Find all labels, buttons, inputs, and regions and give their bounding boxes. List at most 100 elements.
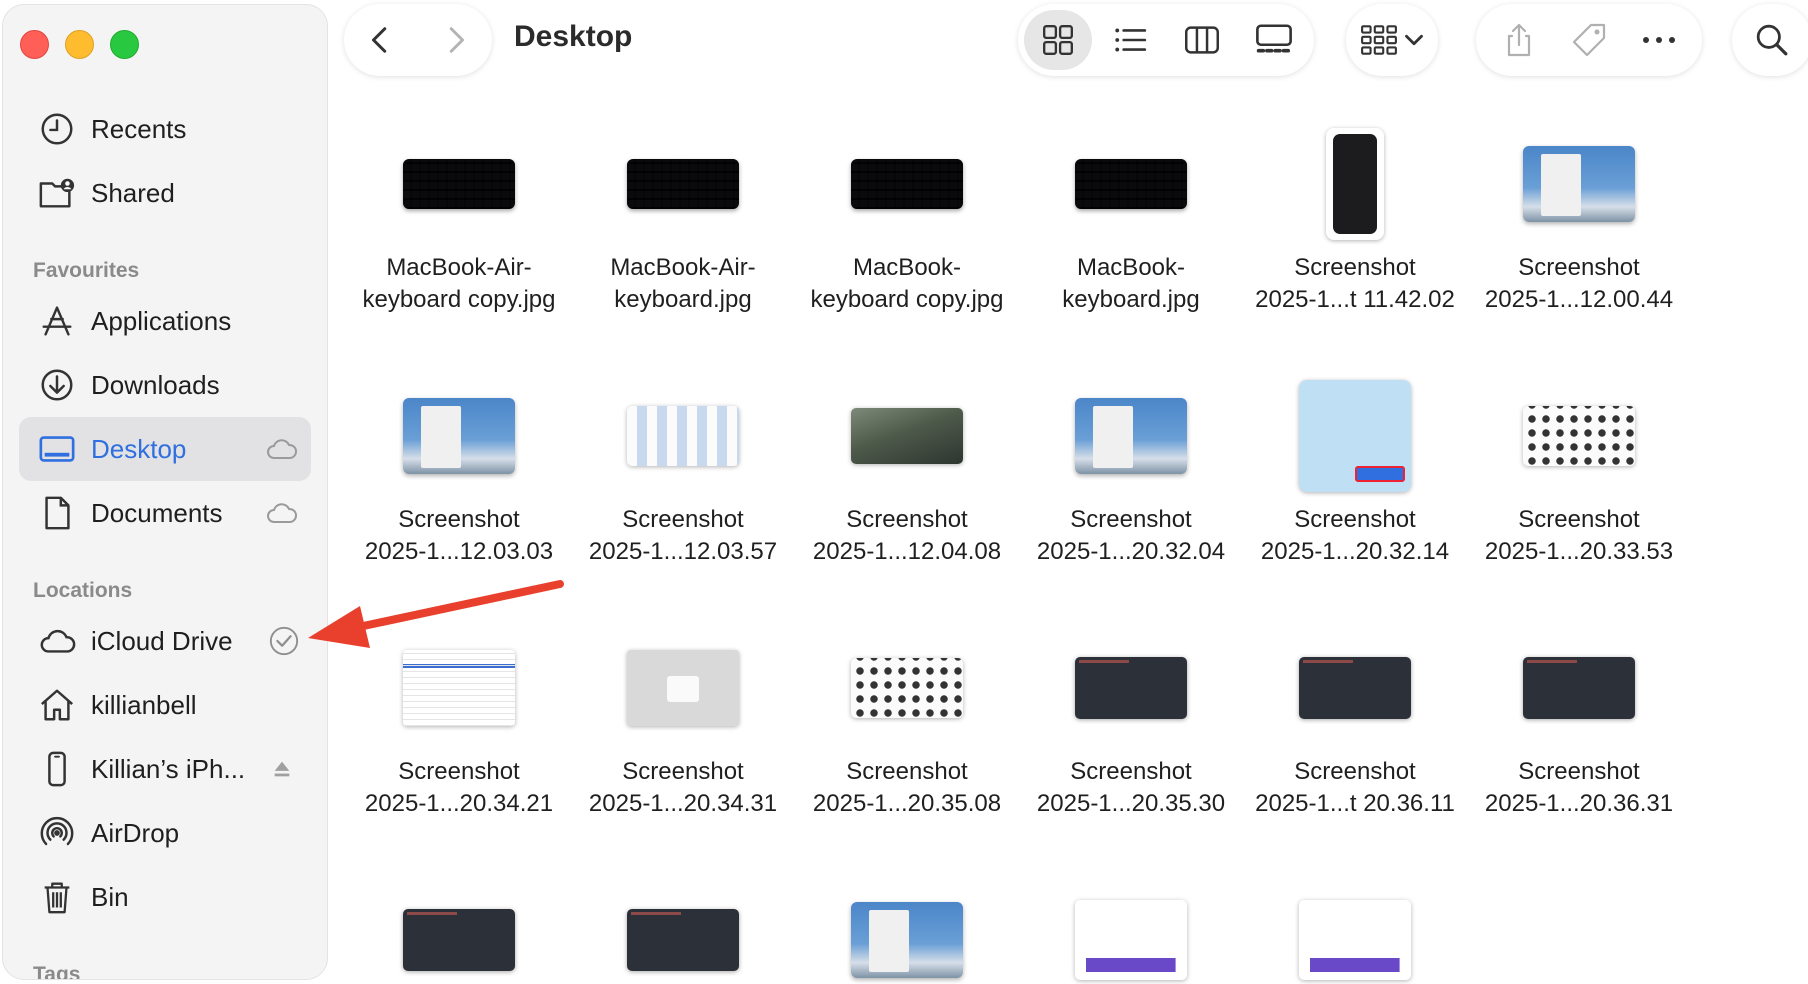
file-item[interactable]: Screenshot 2025-1...12.03.03 [347, 368, 571, 588]
tags-heading: Tags [33, 963, 81, 980]
list-icon [1115, 28, 1147, 52]
file-item[interactable]: Screenshot 2025-1...20.32.14 [1243, 368, 1467, 588]
minimize-button[interactable] [65, 30, 94, 59]
file-thumbnail [1019, 872, 1243, 984]
file-item[interactable]: Screenshot 2025-1...20.34.31 [571, 620, 795, 840]
file-name: Screenshot 2025-1...20.35.30 [1036, 758, 1226, 817]
document-icon [37, 493, 77, 533]
cloud-icon[interactable] [265, 433, 299, 465]
sidebar-item-applications[interactable]: Applications [19, 289, 311, 353]
file-item[interactable]: Screenshot 2025-1...t 20.36.11 [1243, 620, 1467, 840]
sidebar-item-label: Applications [91, 305, 232, 336]
search-button[interactable] [1732, 4, 1808, 76]
file-item[interactable]: Screenshot 2025-1...12.03.57 [571, 368, 795, 588]
file-name: MacBook-Air-keyboard copy.jpg [362, 254, 556, 313]
desktop-icon [37, 429, 77, 469]
file-name: Screenshot 2025-1...12.03.57 [588, 506, 778, 565]
file-item[interactable] [795, 872, 1019, 984]
sidebar-item-shared[interactable]: Shared [19, 161, 311, 225]
file-thumbnail [1019, 116, 1243, 252]
file-item[interactable]: Screenshot 2025-1...t 11.42.02 [1243, 116, 1467, 336]
file-item[interactable]: MacBook-Air-keyboard.jpg [571, 116, 795, 336]
columns-icon [1185, 26, 1219, 54]
file-item[interactable]: Screenshot 2025-1...20.32.04 [1019, 368, 1243, 588]
file-thumbnail [1019, 368, 1243, 504]
cloud-icon[interactable] [265, 497, 299, 529]
column-view-button[interactable] [1168, 10, 1236, 70]
tags-button[interactable] [1557, 10, 1621, 70]
download-icon [37, 365, 77, 405]
sidebar-item-downloads[interactable]: Downloads [19, 353, 311, 417]
checkmark-circle-icon [267, 625, 301, 657]
more-button[interactable] [1627, 10, 1691, 70]
file-thumbnail [1243, 116, 1467, 252]
file-thumbnail [571, 872, 795, 984]
grid-icon [1043, 25, 1073, 55]
file-item[interactable]: Screenshot 2025-1...12.00.44 [1467, 116, 1691, 336]
file-item[interactable]: Screenshot 2025-1...20.36.31 [1467, 620, 1691, 840]
sidebar-item-label: iCloud Drive [91, 625, 233, 656]
file-thumbnail [1467, 368, 1691, 504]
file-thumbnail [347, 116, 571, 252]
file-thumbnail [795, 368, 1019, 504]
file-name: Screenshot 2025-1...12.03.03 [364, 506, 554, 565]
chevron-left-icon [372, 27, 387, 53]
file-thumbnail [795, 116, 1019, 252]
sidebar-item-recents[interactable]: Recents [19, 97, 311, 161]
applications-icon [37, 301, 77, 341]
sidebar-item-documents[interactable]: Documents [19, 481, 311, 545]
file-thumbnail [1243, 872, 1467, 984]
file-item[interactable]: Screenshot 2025-1...20.35.30 [1019, 620, 1243, 840]
sidebar-item-desktop[interactable]: Desktop [19, 417, 311, 481]
file-name: Screenshot 2025-1...20.34.21 [364, 758, 554, 817]
file-thumbnail [1243, 620, 1467, 756]
sidebar-item-label: Documents [91, 497, 223, 528]
file-item[interactable]: Screenshot 2025-1...12.04.08 [795, 368, 1019, 588]
file-thumbnail [571, 620, 795, 756]
file-item[interactable]: Screenshot 2025-1...20.34.21 [347, 620, 571, 840]
file-name: Screenshot 2025-1...20.35.08 [812, 758, 1002, 817]
file-thumbnail [347, 368, 571, 504]
file-name: Screenshot 2025-1...20.36.31 [1484, 758, 1674, 817]
file-item[interactable]: MacBook-keyboard copy.jpg [795, 116, 1019, 336]
file-name: Screenshot 2025-1...t 20.36.11 [1255, 758, 1455, 817]
share-button[interactable] [1487, 10, 1551, 70]
file-name: MacBook-Air-keyboard.jpg [610, 254, 756, 313]
sidebar-item-bin[interactable]: Bin [19, 865, 311, 929]
favourites-heading: Favourites [33, 259, 140, 282]
file-item[interactable] [1243, 872, 1467, 984]
zoom-button[interactable] [110, 30, 139, 59]
file-thumbnail [571, 116, 795, 252]
list-view-button[interactable] [1096, 10, 1164, 70]
group-by-button[interactable] [1346, 4, 1438, 76]
sidebar-item-airdrop[interactable]: AirDrop [19, 801, 311, 865]
file-item[interactable]: Screenshot 2025-1...20.35.08 [795, 620, 1019, 840]
file-item[interactable]: MacBook-keyboard.jpg [1019, 116, 1243, 336]
search-icon [1756, 24, 1788, 56]
file-item[interactable] [347, 872, 571, 984]
sidebar-item-label: killianbell [91, 689, 197, 720]
close-button[interactable] [20, 30, 49, 59]
sidebar-item-icloud-drive[interactable]: iCloud Drive [19, 609, 311, 673]
chevron-right-icon [449, 27, 464, 53]
trash-icon [37, 877, 77, 917]
icon-view-button[interactable] [1024, 10, 1092, 70]
sidebar-item-home[interactable]: killianbell [19, 673, 311, 737]
file-item[interactable] [571, 872, 795, 984]
eject-icon[interactable] [265, 753, 299, 785]
file-item[interactable]: MacBook-Air-keyboard copy.jpg [347, 116, 571, 336]
tag-icon [1572, 23, 1606, 57]
share-icon [1507, 23, 1531, 57]
sidebar-item-iphone[interactable]: Killian’s iPh... [19, 737, 311, 801]
cloud-icon [37, 621, 77, 661]
file-thumbnail [1467, 116, 1691, 252]
file-item[interactable]: Screenshot 2025-1...20.33.53 [1467, 368, 1691, 588]
file-item[interactable] [1019, 872, 1243, 984]
window-title: Desktop [514, 20, 633, 53]
window-controls [20, 30, 139, 59]
forward-button[interactable] [418, 4, 492, 76]
sidebar: Recents Shared Favourites Applications D… [2, 4, 328, 980]
file-name: Screenshot 2025-1...t 11.42.02 [1255, 254, 1455, 313]
gallery-view-button[interactable] [1240, 10, 1308, 70]
back-button[interactable] [344, 4, 418, 76]
